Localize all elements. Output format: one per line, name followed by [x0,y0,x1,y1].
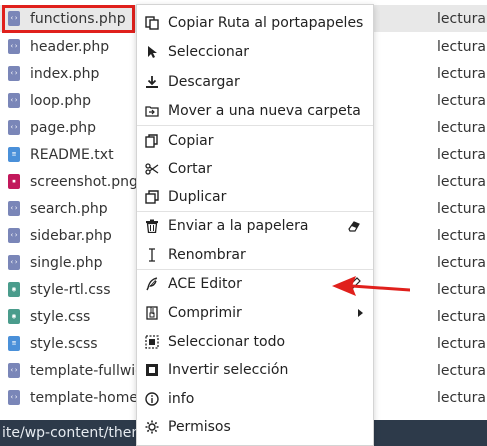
menu-item-label: Seleccionar [168,44,250,60]
menu-item-cortar[interactable]: Cortar [137,155,373,183]
file-permission: lectura [437,389,486,406]
file-permission: lectura [437,38,486,55]
menu-item-label: Copiar [168,133,214,149]
text-cursor-icon [145,248,159,262]
file-name: search.php [30,200,108,217]
menu-item-comprimir[interactable]: Comprimir [137,299,373,327]
php-file-icon: ‹› [8,66,20,81]
php-file-icon: ‹› [8,228,20,243]
file-name: README.txt [30,146,114,163]
context-menu: Copiar Ruta al portapapeles Seleccionar De… [136,4,374,446]
menu-item-label: Descargar [168,74,240,90]
file-name: style.css [30,308,91,325]
menu-item-seleccionar-todo[interactable]: Seleccionar todo [137,328,373,356]
php-file-icon: ‹› [8,255,20,270]
file-name: index.php [30,65,100,82]
copy-path-icon [145,16,159,30]
info-icon [145,392,159,406]
file-permission: lectura [437,335,486,352]
file-permission: lectura [437,146,486,163]
file-permission: lectura [437,10,486,27]
php-file-icon: ‹› [8,120,20,135]
file-permission: lectura [437,227,486,244]
gear-icon [145,420,159,434]
css-file-icon: ◉ [8,309,20,324]
menu-item-label: Seleccionar todo [168,334,286,350]
menu-item-label: Copiar Ruta al portapapeles [168,15,364,31]
menu-item-label: Permisos [168,419,231,435]
css-file-icon: ◉ [8,282,20,297]
feather-icon [145,277,159,291]
file-name: style-rtl.css [30,281,111,298]
menu-item-seleccionar[interactable]: Seleccionar [137,38,373,66]
menu-item-label: Comprimir [168,305,242,321]
php-file-icon: ‹› [8,363,20,378]
file-permission: lectura [437,173,486,190]
file-permission: lectura [437,281,486,298]
file-permission: lectura [437,119,486,136]
file-permission: lectura [437,92,486,109]
file-name: screenshot.png [30,173,136,190]
img-file-icon: ▪ [8,174,20,189]
menu-item-info[interactable]: info [137,385,373,413]
php-file-icon: ‹› [8,201,20,216]
menu-item-mover-a-una-nueva-carpeta[interactable]: Mover a una nueva carpeta [137,97,373,125]
file-permission: lectura [437,65,486,82]
menu-item-label: Mover a una nueva carpeta [168,103,361,119]
menu-item-label: Enviar a la papelera [168,218,309,234]
file-permission: lectura [437,308,486,325]
txt-file-icon: ≡ [8,147,20,162]
php-file-icon: ‹› [8,93,20,108]
file-permission: lectura [437,200,486,217]
menu-item-invertir-selección[interactable]: Invertir selección [137,356,373,384]
eraser-icon [347,219,361,233]
menu-item-permisos[interactable]: Permisos [137,413,373,441]
menu-item-copiar[interactable]: Copiar [137,127,373,155]
file-name: header.php [30,38,110,55]
menu-item-label: Invertir selección [168,362,289,378]
menu-item-label: Cortar [168,161,212,177]
file-name: single.php [30,254,103,271]
move-folder-icon [145,104,159,118]
php-file-icon: ‹› [8,11,20,26]
menu-separator [137,125,373,126]
trash-icon [145,219,159,233]
file-permission: lectura [437,254,486,271]
file-name: template-homepage.php [30,389,136,406]
file-permission: lectura [437,362,486,379]
menu-item-duplicar[interactable]: Duplicar [137,183,373,211]
file-name: template-fullwidth.php [30,362,136,379]
menu-item-label: Duplicar [168,189,227,205]
php-file-icon: ‹› [8,39,20,54]
submenu-arrow-icon [358,309,363,317]
duplicate-icon [145,190,159,204]
php-file-icon: ‹› [8,390,20,405]
menu-item-copiar-ruta-al-portapapeles[interactable]: Copiar Ruta al portapapeles [137,9,373,37]
menu-item-renombrar[interactable]: Renombrar [137,241,373,269]
file-name: sidebar.php [30,227,112,244]
download-icon [145,75,159,89]
menu-item-label: Renombrar [168,247,246,263]
menu-item-ace-editor[interactable]: ACE Editor [137,270,373,298]
menu-item-label: ACE Editor [168,276,242,292]
edit-shortcut-icon [347,277,361,291]
scissors-icon [145,162,159,176]
menu-item-label: info [168,391,195,407]
invert-selection-icon [145,363,159,377]
archive-icon [145,306,159,320]
scss-file-icon: ≡ [8,336,20,351]
file-name: functions.php [30,10,126,27]
cursor-icon [145,45,159,59]
select-all-icon [145,335,159,349]
copy-icon [145,134,159,148]
file-name: style.scss [30,335,98,352]
file-name: loop.php [30,92,92,109]
menu-item-enviar-a-la-papelera[interactable]: Enviar a la papelera [137,212,373,240]
menu-item-descargar[interactable]: Descargar [137,68,373,96]
file-name: page.php [30,119,97,136]
